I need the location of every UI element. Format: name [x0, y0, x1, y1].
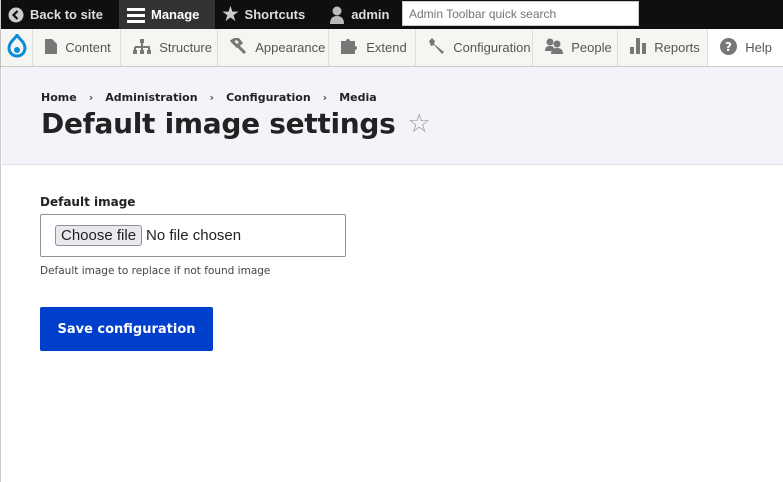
breadcrumb-configuration[interactable]: Configuration [226, 91, 311, 104]
menu-label: People [571, 40, 612, 55]
no-file-chosen-text: No file chosen [146, 227, 242, 244]
breadcrumb-home[interactable]: Home [41, 91, 77, 104]
menu-label: Structure [159, 40, 212, 55]
menu-item-appearance[interactable]: Appearance [218, 29, 330, 66]
menu-label: Content [65, 40, 111, 55]
shortcuts-label: Shortcuts [244, 7, 306, 22]
drupal-logo-link[interactable] [1, 29, 34, 66]
paintbrush-icon [229, 36, 247, 57]
shortcuts-tab[interactable]: ★ Shortcuts [215, 0, 315, 29]
menu-item-structure[interactable]: Structure [121, 29, 219, 66]
admin-toolbar: Back to site Manage ★ Shortcuts admin [1, 0, 783, 29]
page-header: Home › Administration › Configuration › Med… [2, 67, 783, 165]
back-label: Back to site [30, 7, 103, 22]
menu-label: Configuration [453, 40, 531, 55]
menu-label: Help [745, 40, 772, 55]
breadcrumb-media[interactable]: Media [339, 91, 376, 104]
user-icon [329, 6, 345, 24]
breadcrumb-administration[interactable]: Administration [105, 91, 197, 104]
bar-chart-icon [630, 38, 647, 57]
manage-tab[interactable]: Manage [118, 0, 216, 29]
breadcrumb-separator: › [209, 91, 215, 104]
menu-item-people[interactable]: People [533, 29, 619, 66]
menu-label: Appearance [255, 40, 326, 55]
back-arrow-icon [8, 7, 24, 23]
shortcut-star-icon[interactable]: ☆ [408, 109, 431, 139]
user-tab[interactable]: admin [315, 0, 399, 29]
breadcrumb-separator: › [322, 91, 328, 104]
file-icon [45, 38, 58, 57]
choose-file-button[interactable]: Choose file [55, 225, 143, 246]
page-title-row: Default image settings ☆ [41, 107, 431, 140]
menu-label: Reports [654, 40, 700, 55]
back-to-site-link[interactable]: Back to site [1, 0, 113, 29]
page-title: Default image settings [41, 107, 396, 140]
save-configuration-button[interactable]: Save configuration [40, 307, 213, 351]
star-icon: ★ [222, 4, 239, 24]
hamburger-icon [126, 7, 145, 23]
breadcrumb-separator: › [88, 91, 94, 104]
menu-item-configuration[interactable]: Configuration [416, 29, 534, 66]
default-image-description: Default image to replace if not found im… [40, 265, 271, 277]
people-icon [545, 38, 564, 57]
svg-text:?: ? [725, 40, 732, 54]
manage-label: Manage [150, 7, 200, 22]
wrench-icon [428, 38, 445, 57]
menu-item-help[interactable]: ? Help [708, 29, 783, 66]
menu-item-reports[interactable]: Reports [618, 29, 709, 66]
sitemap-icon [133, 38, 152, 57]
default-image-label: Default image [40, 195, 136, 209]
menu-item-extend[interactable]: Extend [329, 29, 417, 66]
admin-toolbar-search-input[interactable] [402, 1, 639, 26]
admin-menu: Content Structure Appearance Extend Conf… [1, 29, 783, 67]
puzzle-icon [341, 38, 358, 57]
breadcrumb: Home › Administration › Configuration › Med… [41, 91, 377, 104]
menu-item-content[interactable]: Content [33, 29, 122, 66]
help-icon: ? [720, 37, 738, 58]
menu-label: Extend [366, 40, 407, 55]
default-image-file-input[interactable]: Choose file No file chosen [40, 214, 346, 257]
drupal-logo-icon [7, 31, 27, 61]
user-label: admin [351, 7, 390, 22]
